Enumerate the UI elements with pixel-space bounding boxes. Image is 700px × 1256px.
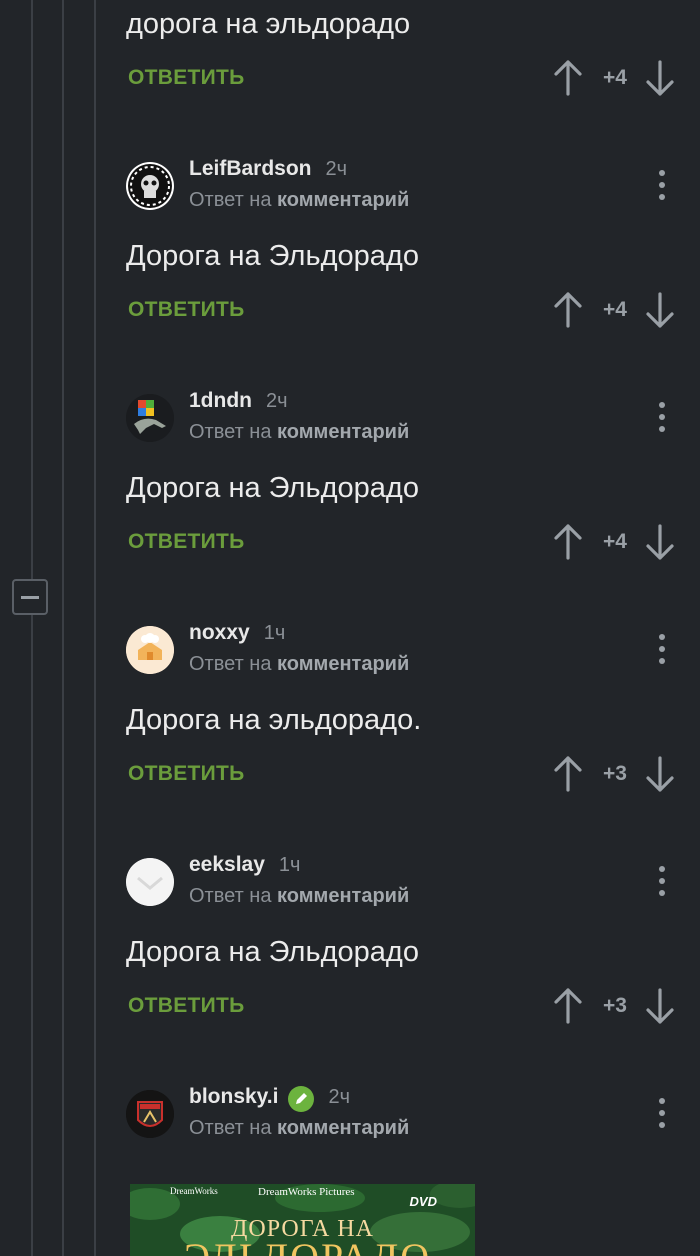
reply-to-link[interactable]: комментарий	[277, 1117, 409, 1139]
attached-image[interactable]: DreamWorks DreamWorks Pictures DVD ДОРОГ…	[130, 1184, 475, 1256]
comment-text: Дорога на Эльдорадо	[126, 936, 419, 968]
comment-text: Дорога на Эльдорадо	[126, 240, 419, 272]
movie-title-line2: ЭЛЬДОРАДО	[170, 1238, 445, 1256]
minus-icon	[21, 595, 39, 599]
timestamp: 2ч	[266, 390, 288, 412]
reply-button[interactable]: ОТВЕТИТЬ	[128, 530, 245, 554]
reply-to-link[interactable]: комментарий	[277, 885, 409, 907]
arrow-down-icon[interactable]	[642, 754, 678, 794]
avatar[interactable]	[126, 162, 174, 210]
avatar[interactable]	[126, 394, 174, 442]
username-text[interactable]: 1dndn	[189, 389, 252, 412]
timestamp: 2ч	[325, 158, 348, 180]
username[interactable]: blonsky.i 2ч	[189, 1085, 350, 1112]
reply-to-prefix: Ответ на	[189, 421, 272, 443]
arrow-down-icon[interactable]	[642, 58, 678, 98]
reply-to-prefix: Ответ на	[189, 189, 272, 211]
thread-line-1	[31, 0, 33, 1256]
more-vertical-icon[interactable]	[658, 634, 666, 664]
arrow-up-icon[interactable]	[550, 754, 586, 794]
score: +3	[603, 762, 627, 785]
username[interactable]: noxxy 1ч	[189, 621, 285, 645]
vote-controls: +3	[550, 754, 680, 794]
pencil-icon	[288, 1086, 315, 1112]
reply-to-prefix: Ответ на	[189, 653, 272, 675]
reply-button[interactable]: ОТВЕТИТЬ	[128, 298, 245, 322]
vote-controls: +4	[550, 290, 680, 330]
avatar[interactable]	[126, 626, 174, 674]
username-text[interactable]: eekslay	[189, 853, 265, 876]
reply-button[interactable]: ОТВЕТИТЬ	[128, 994, 245, 1018]
score: +3	[603, 994, 627, 1017]
username[interactable]: 1dndn 2ч	[189, 389, 288, 413]
timestamp: 2ч	[328, 1086, 351, 1108]
arrow-up-icon[interactable]	[550, 986, 586, 1026]
more-vertical-icon[interactable]	[658, 1098, 666, 1128]
username-text[interactable]: LeifBardson	[189, 157, 312, 180]
thread-line-2	[62, 0, 64, 1256]
reply-to-link[interactable]: комментарий	[277, 421, 409, 443]
timestamp: 1ч	[263, 622, 286, 644]
thread-line-3	[94, 0, 96, 1256]
comment-text: Дорога на эльдорадо.	[126, 704, 422, 736]
comment-text: Дорога на Эльдорадо	[126, 472, 419, 504]
username-text[interactable]: blonsky.i	[189, 1085, 278, 1108]
reply-to-prefix: Ответ на	[189, 1117, 272, 1139]
score: +4	[603, 530, 627, 553]
brand-right: DreamWorks Pictures	[258, 1186, 355, 1198]
reply-to-link[interactable]: комментарий	[277, 189, 409, 211]
vote-controls: +3	[550, 986, 680, 1026]
arrow-up-icon[interactable]	[550, 290, 586, 330]
arrow-up-icon[interactable]	[550, 58, 586, 98]
reply-button[interactable]: ОТВЕТИТЬ	[128, 762, 245, 786]
reply-to-link[interactable]: комментарий	[277, 653, 409, 675]
vote-controls: +4	[550, 58, 680, 98]
username-text[interactable]: noxxy	[189, 621, 250, 644]
arrow-up-icon[interactable]	[550, 522, 586, 562]
vote-controls: +4	[550, 522, 680, 562]
more-vertical-icon[interactable]	[658, 170, 666, 200]
arrow-down-icon[interactable]	[642, 522, 678, 562]
reply-to: Ответ на комментарий	[189, 421, 409, 444]
score: +4	[603, 298, 627, 321]
arrow-down-icon[interactable]	[642, 290, 678, 330]
username[interactable]: eekslay 1ч	[189, 853, 300, 877]
comment-text: дорога на эльдорадо	[126, 8, 411, 40]
reply-to: Ответ на комментарий	[189, 653, 409, 676]
brand-left: DreamWorks	[170, 1186, 218, 1196]
arrow-down-icon[interactable]	[642, 986, 678, 1026]
avatar[interactable]	[126, 1090, 174, 1138]
dvd-label: DVD	[409, 1194, 437, 1209]
reply-to: Ответ на комментарий	[189, 1117, 409, 1140]
collapse-thread-button[interactable]	[12, 579, 48, 615]
timestamp: 1ч	[278, 854, 301, 876]
username[interactable]: LeifBardson 2ч	[189, 157, 347, 181]
more-vertical-icon[interactable]	[658, 402, 666, 432]
avatar[interactable]	[126, 858, 174, 906]
reply-to: Ответ на комментарий	[189, 189, 409, 212]
reply-to: Ответ на комментарий	[189, 885, 409, 908]
more-vertical-icon[interactable]	[658, 866, 666, 896]
reply-button[interactable]: ОТВЕТИТЬ	[128, 66, 245, 90]
reply-to-prefix: Ответ на	[189, 885, 272, 907]
score: +4	[603, 66, 627, 89]
